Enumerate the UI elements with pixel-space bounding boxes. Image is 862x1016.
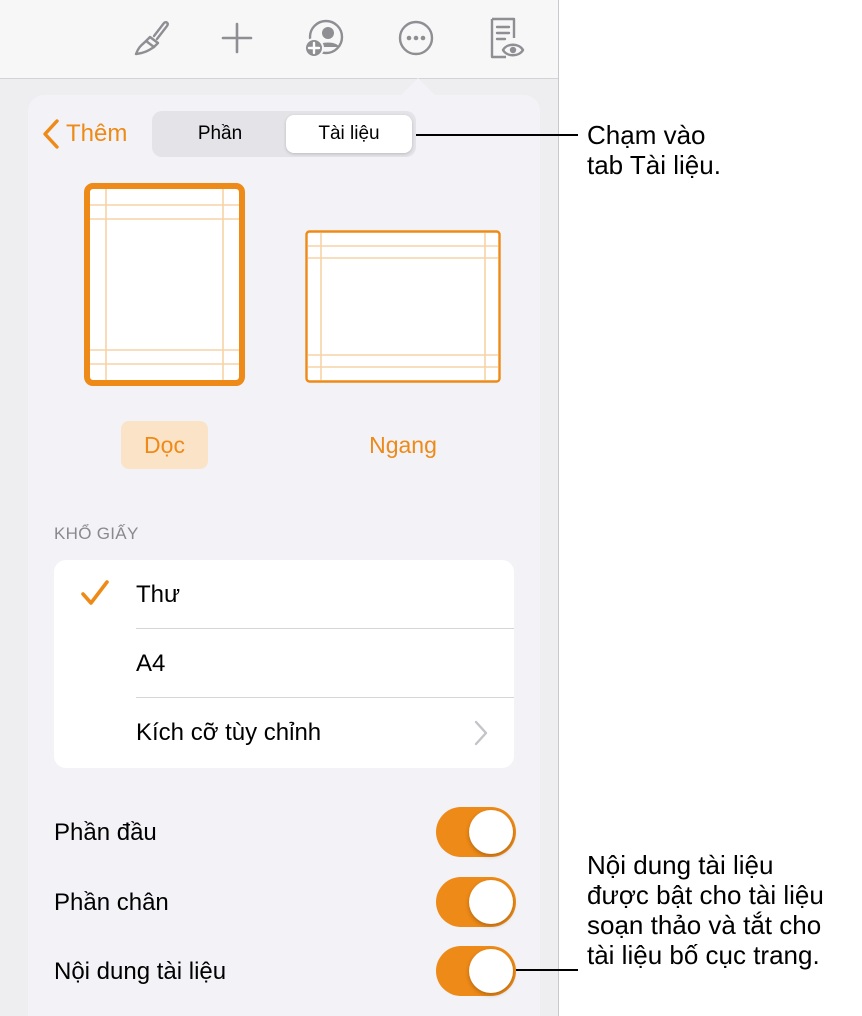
checkmark-icon [81, 580, 109, 605]
document-body-toggle-row: Nội dung tài liệu [54, 946, 516, 998]
callout-leader-line [516, 969, 578, 971]
toggle-label: Phần chân [54, 889, 169, 916]
collaborate-icon[interactable] [302, 14, 346, 62]
more-icon[interactable] [394, 14, 438, 62]
list-item-custom-size[interactable]: Kích cỡ tùy chỉnh [54, 698, 514, 768]
landscape-thumbnail[interactable] [305, 230, 501, 383]
back-label: Thêm [66, 120, 128, 147]
callout-line: soạn thảo và tắt cho [587, 910, 822, 940]
landscape-button[interactable]: Ngang [356, 421, 450, 469]
list-item-label: Thư [136, 580, 181, 608]
footer-toggle-row: Phần chân [54, 877, 516, 929]
list-item-label: Kích cỡ tùy chỉnh [136, 719, 322, 746]
callout-line: tab Tài liệu. [587, 150, 721, 180]
popover-arrow [400, 78, 436, 96]
list-item-label: A4 [136, 649, 166, 677]
callout-line: Chạm vào [587, 120, 706, 150]
section-document-segmented-control: Phần Tài liệu [152, 111, 416, 157]
header-switch[interactable] [436, 807, 516, 857]
toggle-label: Phần đầu [54, 819, 157, 846]
callout-line: tài liệu bố cục trang. [587, 940, 820, 970]
reader-view-icon[interactable] [484, 14, 528, 62]
list-item-letter[interactable]: Thư [54, 560, 514, 629]
switch-knob [469, 949, 513, 993]
toolbar [0, 0, 558, 79]
header-toggle-row: Phần đầu [54, 807, 516, 859]
chevron-right-icon [474, 720, 488, 746]
footer-switch[interactable] [436, 877, 516, 927]
document-body-switch[interactable] [436, 946, 516, 996]
toggle-label: Nội dung tài liệu [54, 958, 227, 985]
tab-document[interactable]: Tài liệu [286, 115, 412, 153]
chevron-left-icon [43, 119, 59, 149]
callout-document-body: Nội dung tài liệu được bật cho tài liệu … [587, 850, 824, 970]
portrait-button[interactable]: Dọc [121, 421, 208, 469]
back-button[interactable]: Thêm [42, 114, 127, 154]
ipad-screen: Thêm Phần Tài liệu Dọc Ngang KHỔ GIẤY Th… [0, 0, 559, 1016]
paintbrush-icon[interactable] [130, 14, 174, 62]
callout-leader-line [416, 134, 578, 136]
plus-icon[interactable] [215, 14, 259, 62]
portrait-thumbnail[interactable] [84, 183, 245, 386]
callout-document-tab: Chạm vào tab Tài liệu. [587, 120, 721, 180]
paper-size-header: KHỔ GIẤY [54, 524, 139, 543]
paper-size-list: Thư A4 Kích cỡ tùy chỉnh [54, 560, 514, 768]
callout-line: Nội dung tài liệu [587, 850, 774, 880]
switch-knob [469, 880, 513, 924]
list-item-a4[interactable]: A4 [54, 629, 514, 698]
tab-section[interactable]: Phần [156, 115, 284, 153]
callout-line: được bật cho tài liệu [587, 880, 824, 910]
switch-knob [469, 810, 513, 854]
